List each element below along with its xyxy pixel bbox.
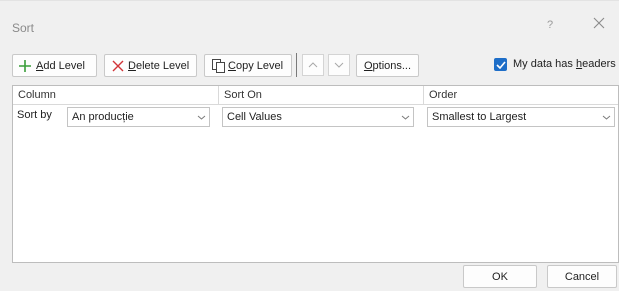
headers-checkbox-label: My data has headers: [513, 58, 616, 70]
headers-checkbox[interactable]: [494, 58, 507, 71]
delete-level-label: Delete Level: [128, 59, 190, 72]
copy-level-button[interactable]: Copy Level: [204, 54, 292, 77]
copy-icon: [211, 58, 227, 74]
chevron-down-icon[interactable]: [193, 108, 209, 126]
chevron-down-icon: [334, 59, 344, 71]
help-button[interactable]: ?: [547, 19, 553, 31]
chevron-down-icon[interactable]: [598, 108, 614, 126]
order-select-value: Smallest to Largest: [432, 111, 527, 123]
sort-on-header: Sort On: [219, 86, 423, 105]
dialog-title: Sort: [12, 21, 35, 35]
sort-on-select[interactable]: Cell Values: [222, 107, 414, 127]
order-select[interactable]: Smallest to Largest: [427, 107, 615, 127]
close-icon[interactable]: [592, 16, 606, 30]
x-icon: [112, 60, 124, 72]
add-level-button[interactable]: Add Level: [12, 54, 97, 77]
move-up-button[interactable]: [302, 54, 324, 76]
toolbar-separator: [296, 53, 297, 77]
options-button[interactable]: Options...: [356, 54, 419, 77]
column-header: Column: [13, 86, 218, 105]
add-level-label: Add Level: [36, 59, 85, 72]
plus-icon: [18, 59, 32, 73]
move-down-button[interactable]: [328, 54, 350, 76]
sort-by-label: Sort by: [17, 109, 52, 121]
column-select-value: An producție: [72, 111, 134, 123]
chevron-down-icon[interactable]: [397, 108, 413, 126]
ok-button[interactable]: OK: [463, 265, 537, 288]
copy-level-label: Copy Level: [228, 59, 284, 72]
delete-level-button[interactable]: Delete Level: [104, 54, 197, 77]
order-header: Order: [424, 86, 618, 105]
chevron-up-icon: [308, 59, 318, 71]
sort-dialog: Sort ? Add Level Delete Level Copy Level: [0, 0, 619, 291]
sort-on-select-value: Cell Values: [227, 111, 282, 123]
options-label: Options...: [363, 59, 412, 72]
cancel-button[interactable]: Cancel: [547, 265, 617, 288]
sort-levels-grid: Column Sort On Order Sort by An producți…: [12, 85, 619, 263]
column-select[interactable]: An producție: [67, 107, 210, 127]
